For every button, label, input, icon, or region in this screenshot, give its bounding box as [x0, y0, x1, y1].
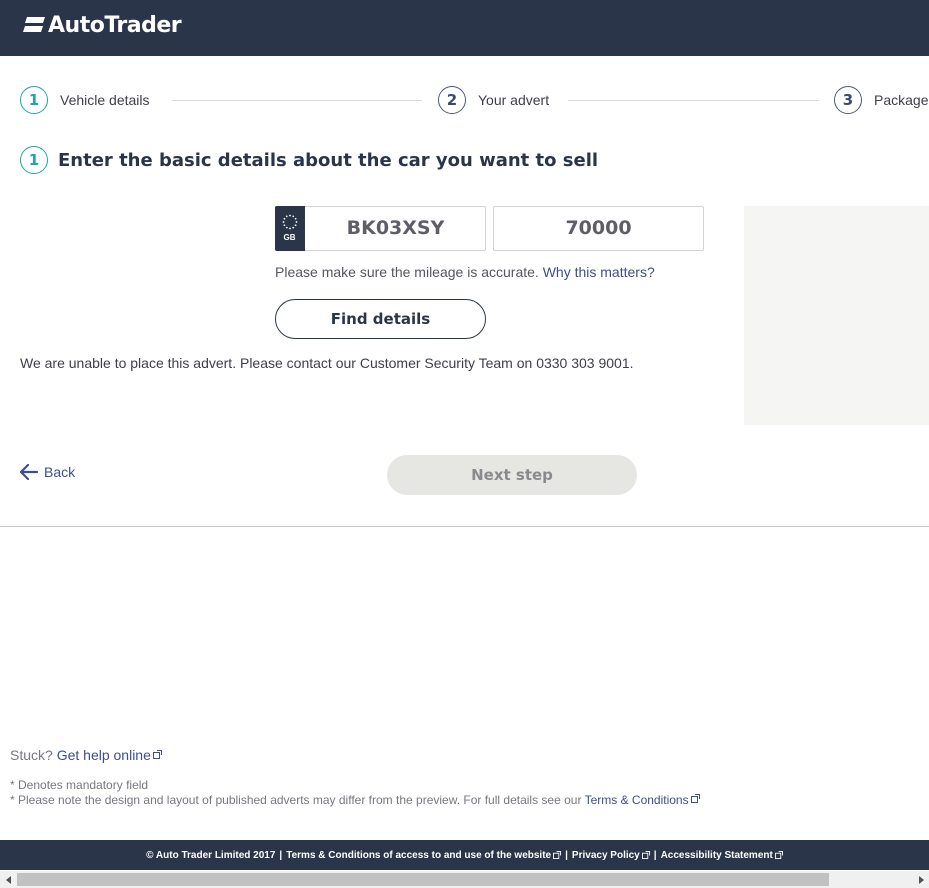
mandatory-footnote: * Denotes mandatory field [10, 778, 149, 792]
step-1-number: 1 [20, 86, 48, 114]
step-3-number: 3 [834, 86, 862, 114]
footer-privacy-link[interactable]: Privacy Policy [572, 850, 640, 861]
get-help-online-link[interactable]: Get help online [57, 747, 151, 763]
why-this-matters-link[interactable]: Why this matters? [543, 264, 655, 280]
registration-input[interactable]: GB BK03XSY [274, 205, 486, 251]
section-title: Enter the basic details about the car yo… [58, 149, 599, 171]
external-link-icon [690, 794, 700, 803]
terms-conditions-link[interactable]: Terms & Conditions [585, 793, 689, 807]
site-footer: © Auto Trader Limited 2017 | Terms & Con… [0, 840, 929, 870]
autotrader-logo-icon [23, 16, 45, 32]
mileage-value[interactable]: 70000 [494, 217, 703, 239]
step-2-label: Your advert [478, 92, 550, 108]
external-link-icon [152, 750, 162, 759]
eu-stars-icon [282, 214, 297, 229]
scroll-right-icon [918, 875, 924, 884]
mileage-note: Please make sure the mileage is accurate… [275, 264, 655, 280]
progress-steps: 1 Vehicle details 2 Your advert 3 Packag… [0, 86, 929, 116]
country-code: GB [283, 232, 296, 242]
external-link-icon [641, 851, 650, 859]
site-header: AutoTrader [0, 0, 929, 56]
footer-separator: | [279, 849, 283, 861]
gb-flag-badge: GB [274, 205, 305, 251]
logo-text: AutoTrader [48, 13, 182, 38]
step-connector [568, 100, 819, 101]
section-heading: 1 Enter the basic details about the car … [20, 146, 598, 174]
back-arrow-icon [20, 464, 38, 480]
content-divider [0, 526, 929, 527]
error-message: We are unable to place this advert. Plea… [20, 355, 634, 371]
external-link-icon [774, 851, 783, 859]
back-label: Back [44, 464, 76, 480]
footer-separator: | [653, 849, 657, 861]
scroll-left-button[interactable] [0, 871, 17, 888]
scroll-thumb[interactable] [17, 873, 829, 886]
design-note-text: * Please note the design and layout of p… [10, 793, 582, 807]
step-3-label: Package [874, 92, 929, 108]
find-details-button[interactable]: Find details [275, 299, 486, 339]
step-2-number: 2 [438, 86, 466, 114]
horizontal-scrollbar[interactable] [0, 871, 929, 888]
footer-terms-link[interactable]: Terms & Conditions of access to and use … [286, 850, 551, 861]
external-link-icon [553, 851, 562, 859]
copyright-text: © Auto Trader Limited 2017 [146, 849, 276, 861]
autotrader-logo[interactable]: AutoTrader [23, 13, 182, 38]
next-step-button[interactable]: Next step [387, 455, 637, 495]
registration-value[interactable]: BK03XSY [306, 217, 485, 239]
step-1-label: Vehicle details [60, 92, 150, 108]
help-line: Stuck? Get help online [10, 747, 162, 763]
footer-accessibility-link[interactable]: Accessibility Statement [661, 850, 773, 861]
mileage-input[interactable]: 70000 [493, 206, 704, 251]
mileage-note-text: Please make sure the mileage is accurate… [275, 264, 539, 280]
help-prefix: Stuck? [10, 747, 53, 763]
section-number: 1 [20, 146, 48, 174]
vehicle-preview-panel [744, 206, 929, 425]
design-footnote: * Please note the design and layout of p… [10, 793, 700, 807]
footer-separator: | [565, 849, 568, 861]
back-link[interactable]: Back [20, 464, 75, 480]
scroll-right-button[interactable] [912, 871, 929, 888]
step-connector [172, 100, 422, 101]
scroll-left-icon [5, 875, 11, 884]
